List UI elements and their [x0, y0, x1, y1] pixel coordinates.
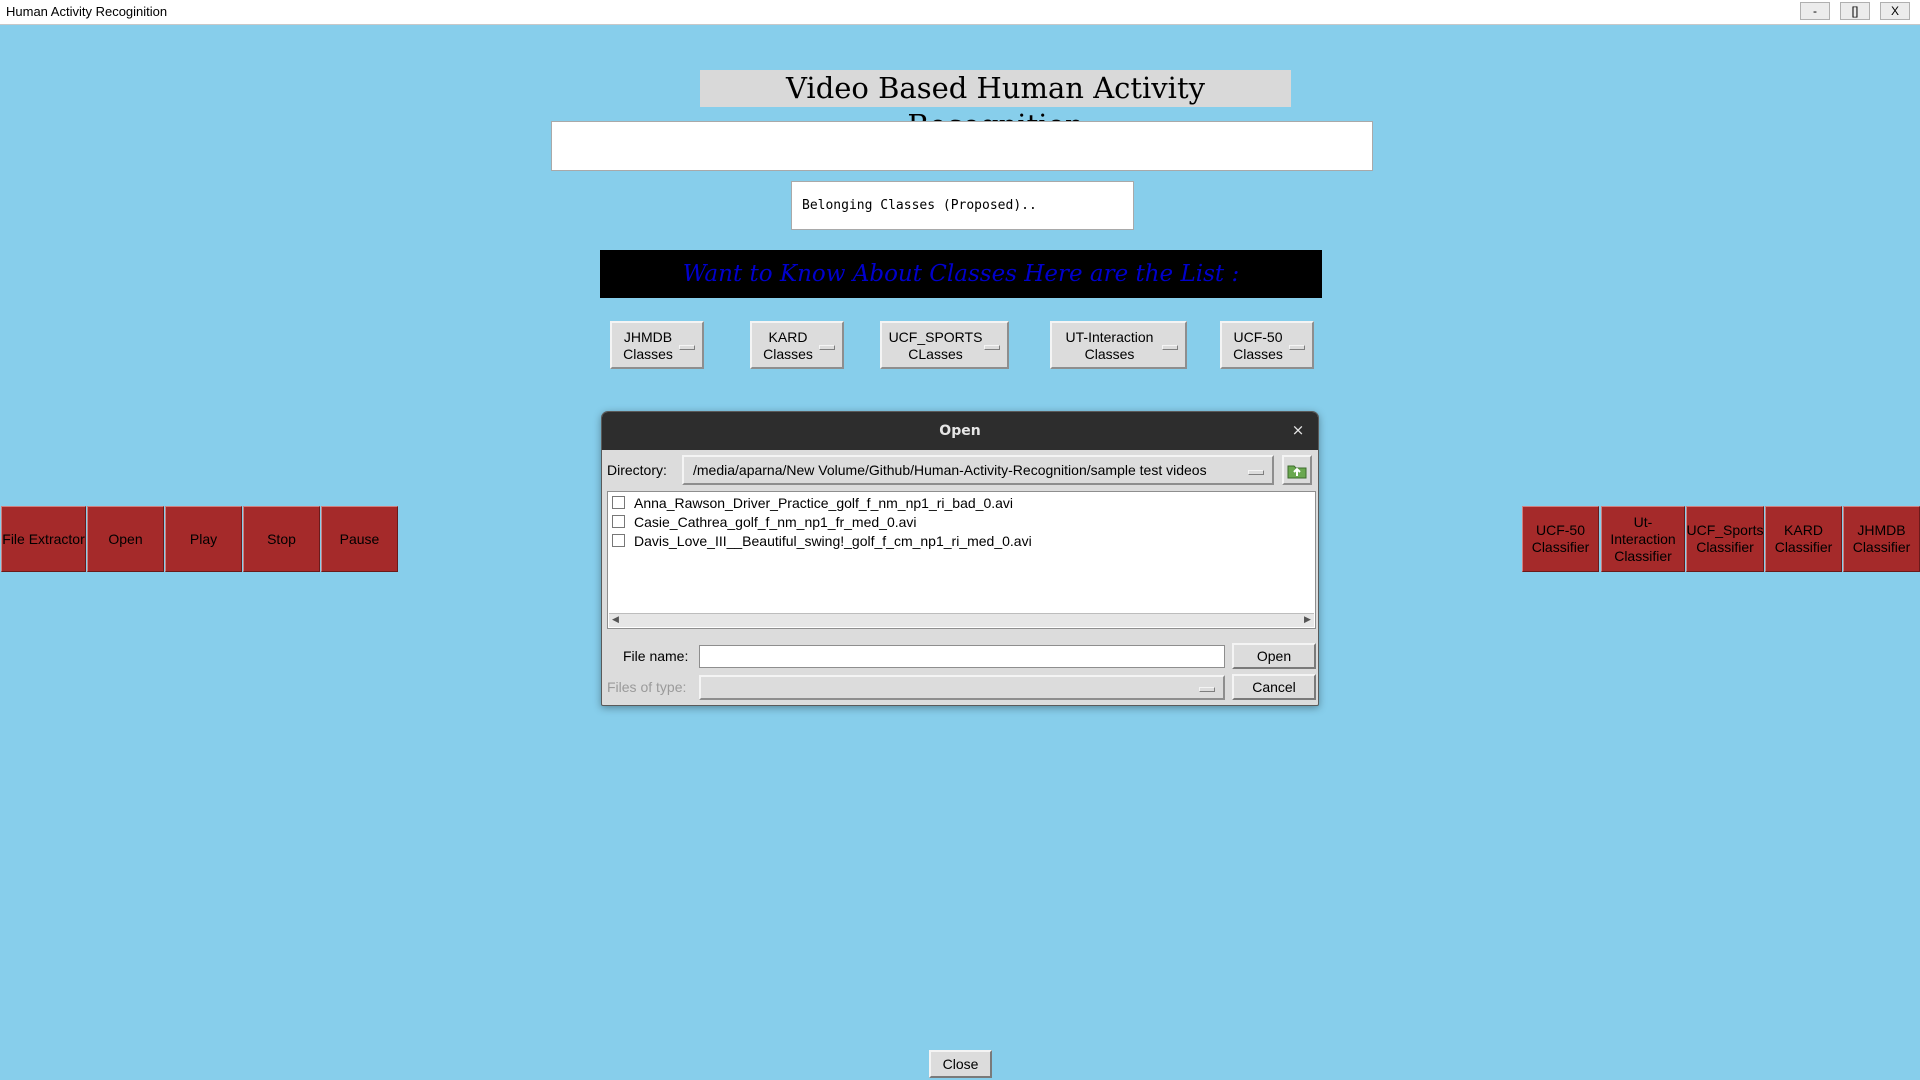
ut-interaction-classes-menu[interactable]: UT-Interaction Classes: [1050, 321, 1187, 369]
files-of-type-label: Files of type:: [607, 679, 687, 695]
dialog-cancel-button[interactable]: Cancel: [1232, 674, 1316, 700]
menu-label: KARD Classes: [763, 329, 813, 362]
maximize-button[interactable]: []: [1840, 2, 1870, 20]
minimize-button[interactable]: -: [1800, 2, 1830, 20]
directory-combobox[interactable]: /media/aparna/New Volume/Github/Human-Ac…: [682, 455, 1274, 485]
file-icon: [612, 496, 625, 509]
menu-label: JHMDB Classes: [623, 329, 673, 362]
dropdown-indicator-icon: [679, 345, 695, 350]
menu-label: UT-Interaction Classes: [1065, 329, 1154, 362]
file-name: Anna_Rawson_Driver_Practice_golf_f_nm_np…: [634, 495, 1014, 511]
menu-label: UCF_SPORTS CLasses: [888, 329, 983, 362]
scroll-left-icon[interactable]: ◀: [609, 614, 622, 627]
dropdown-indicator-icon: [1248, 470, 1264, 475]
folder-up-button[interactable]: [1282, 455, 1312, 485]
dialog-title: Open: [939, 423, 981, 439]
result-display: [551, 121, 1373, 171]
close-icon[interactable]: ×: [1288, 420, 1308, 440]
file-name-label: File name:: [623, 648, 689, 664]
ut-interaction-classifier-button[interactable]: Ut-Interaction Classifier: [1601, 506, 1685, 572]
dropdown-indicator-icon: [1162, 345, 1178, 350]
file-name: Davis_Love_III__Beautiful_swing!_golf_f_…: [634, 533, 1032, 549]
file-name-input[interactable]: [699, 645, 1225, 668]
window-title: Human Activity Recoginition: [6, 4, 168, 19]
classes-banner: Want to Know About Classes Here are the …: [600, 250, 1322, 298]
folder-up-icon: [1287, 465, 1307, 479]
window-close-button[interactable]: X: [1880, 2, 1910, 20]
play-button[interactable]: Play: [165, 506, 242, 572]
close-button[interactable]: Close: [929, 1050, 992, 1078]
file-icon: [612, 534, 625, 547]
page-title: Video Based Human Activity Recognition: [700, 70, 1291, 142]
stop-button[interactable]: Stop: [243, 506, 320, 572]
window-titlebar: Human Activity Recoginition - [] X: [0, 0, 1920, 25]
dropdown-indicator-icon: [819, 345, 835, 350]
menu-label: UCF-50 Classes: [1233, 329, 1283, 362]
directory-label: Directory:: [607, 462, 667, 478]
dialog-titlebar: Open ×: [602, 412, 1318, 450]
jhmdb-classes-menu[interactable]: JHMDB Classes: [610, 321, 704, 369]
pause-button[interactable]: Pause: [321, 506, 398, 572]
list-item[interactable]: Davis_Love_III__Beautiful_swing!_golf_f_…: [612, 533, 1032, 551]
kard-classes-menu[interactable]: KARD Classes: [750, 321, 844, 369]
dropdown-indicator-icon: [1199, 687, 1215, 692]
ucf-sports-classes-menu[interactable]: UCF_SPORTS CLasses: [880, 321, 1009, 369]
open-button[interactable]: Open: [87, 506, 164, 572]
ucf-50-classes-menu[interactable]: UCF-50 Classes: [1220, 321, 1314, 369]
kard-classifier-button[interactable]: KARD Classifier: [1765, 506, 1842, 572]
list-item[interactable]: Casie_Cathrea_golf_f_nm_np1_fr_med_0.avi: [612, 514, 917, 532]
file-list[interactable]: Anna_Rawson_Driver_Practice_golf_f_nm_np…: [607, 491, 1316, 629]
jhmdb-classifier-button[interactable]: JHMDB Classifier: [1843, 506, 1920, 572]
ucf-50-classifier-button[interactable]: UCF-50 Classifier: [1522, 506, 1599, 572]
directory-value: /media/aparna/New Volume/Github/Human-Ac…: [693, 462, 1207, 478]
dialog-open-button[interactable]: Open: [1232, 643, 1316, 669]
dropdown-indicator-icon: [984, 345, 1000, 350]
list-item[interactable]: Anna_Rawson_Driver_Practice_golf_f_nm_np…: [612, 495, 1013, 513]
open-file-dialog: Open × Directory: /media/aparna/New Volu…: [601, 411, 1319, 706]
horizontal-scrollbar[interactable]: ◀ ▶: [609, 613, 1314, 627]
dropdown-indicator-icon: [1289, 345, 1305, 350]
belonging-classes-display: Belonging Classes (Proposed)..: [791, 181, 1134, 230]
ucf-sports-classifier-button[interactable]: UCF_Sports Classifier: [1686, 506, 1764, 572]
scroll-right-icon[interactable]: ▶: [1301, 614, 1314, 627]
file-extractor-button[interactable]: File Extractor: [1, 506, 86, 572]
file-icon: [612, 515, 625, 528]
files-of-type-combobox[interactable]: [699, 675, 1225, 700]
file-name: Casie_Cathrea_golf_f_nm_np1_fr_med_0.avi: [634, 514, 917, 530]
